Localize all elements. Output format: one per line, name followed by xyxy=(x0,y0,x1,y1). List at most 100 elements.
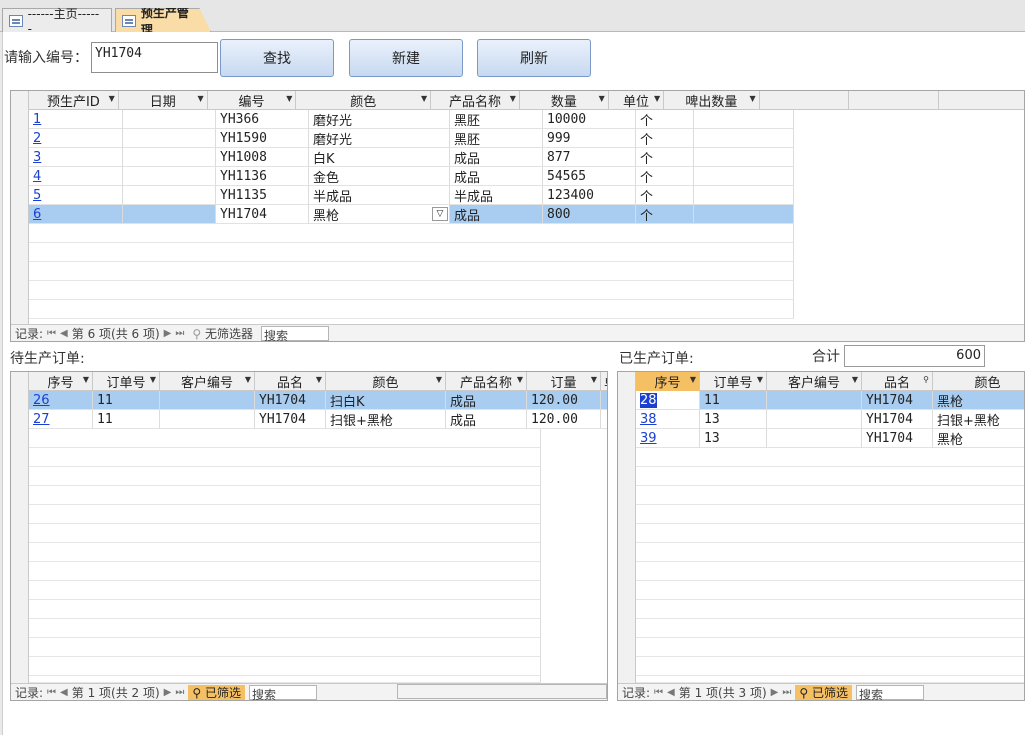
cell-qty[interactable]: 999 xyxy=(543,129,636,148)
cell-name[interactable]: YH1704 xyxy=(862,391,933,410)
cell-unit[interactable] xyxy=(601,410,607,429)
record-selector-column[interactable] xyxy=(11,91,29,324)
last-record-icon[interactable]: ⏭ xyxy=(782,687,791,698)
col-header-color[interactable]: 颜色 ▼ xyxy=(326,372,446,391)
cell-date[interactable] xyxy=(123,110,216,129)
col-header-unit[interactable]: 单 xyxy=(601,372,607,391)
cell-qty[interactable]: 800 xyxy=(543,205,636,224)
cell-cust[interactable] xyxy=(767,410,862,429)
cell-code[interactable]: YH1135 xyxy=(216,186,309,205)
cell-qty[interactable]: 877 xyxy=(543,148,636,167)
cell-color[interactable]: 扫银+黑枪 xyxy=(326,410,446,429)
table-row[interactable]: 4 YH1136 金色 成品 54565 个 xyxy=(29,167,794,186)
search-box[interactable]: 搜索 xyxy=(261,326,329,341)
last-record-icon[interactable]: ⏭ xyxy=(175,328,184,339)
find-button[interactable]: 查找 xyxy=(220,39,334,77)
cell-product[interactable]: 成品 xyxy=(450,148,543,167)
record-selector-column[interactable] xyxy=(618,372,636,683)
cell-id[interactable]: 1 xyxy=(29,110,123,129)
col-header-seq[interactable]: 序号 ▼ xyxy=(636,372,700,391)
search-input[interactable]: YH1704 xyxy=(91,42,218,73)
cell-color[interactable]: 金色 xyxy=(309,167,450,186)
cell-cust[interactable] xyxy=(160,410,255,429)
table-row-selected[interactable]: 26 11 YH1704 扫白K 成品 120.00 xyxy=(29,391,607,410)
cell-product[interactable]: 成品 xyxy=(446,391,527,410)
record-position[interactable]: 第 1 项(共 2 项) xyxy=(72,684,160,700)
col-header-product[interactable]: 产品名称 ▼ xyxy=(431,91,520,110)
col-header-out[interactable]: 啤出数量 ▼ xyxy=(664,91,760,110)
cell-order[interactable]: 11 xyxy=(700,391,767,410)
cell-name[interactable]: YH1704 xyxy=(255,410,326,429)
table-row-selected[interactable]: 28 11 YH1704 黑枪 xyxy=(636,391,1024,410)
cell-qty[interactable]: 120.00 xyxy=(527,410,601,429)
cell-out[interactable] xyxy=(694,167,794,186)
tab-preproduction[interactable]: 预生产管理 xyxy=(115,8,211,32)
search-box[interactable]: 搜索 xyxy=(249,685,317,700)
cell-product[interactable]: 半成品 xyxy=(450,186,543,205)
cell-product[interactable]: 成品 xyxy=(450,205,543,224)
cell-unit[interactable]: 个 xyxy=(636,205,694,224)
cell-unit[interactable]: 个 xyxy=(636,110,694,129)
col-header-cust[interactable]: 客户编号 ▼ xyxy=(160,372,255,391)
next-record-icon[interactable]: ▶ xyxy=(771,687,779,698)
cell-seq[interactable]: 28 xyxy=(636,391,700,410)
horizontal-scrollbar[interactable] xyxy=(397,684,607,699)
record-selector-column[interactable] xyxy=(11,372,29,683)
table-row[interactable]: 39 13 YH1704 黑枪 xyxy=(636,429,1024,448)
cell-color[interactable]: 白K xyxy=(309,148,450,167)
cell-product[interactable]: 成品 xyxy=(450,167,543,186)
table-row[interactable]: 3 YH1008 白K 成品 877 个 xyxy=(29,148,794,167)
color-combo[interactable]: 黑枪 ▽ xyxy=(309,205,450,224)
tab-home[interactable]: ------主页------ xyxy=(2,7,112,36)
prev-record-icon[interactable]: ◀ xyxy=(60,328,68,339)
cell-qty[interactable]: 120.00 xyxy=(527,391,601,410)
col-header-id[interactable]: 预生产ID ▼ xyxy=(29,91,119,110)
cell-out[interactable] xyxy=(694,205,794,224)
col-header-seq[interactable]: 序号 ▼ xyxy=(29,372,93,391)
refresh-button[interactable]: 刷新 xyxy=(477,39,591,77)
cell-code[interactable]: YH1590 xyxy=(216,129,309,148)
col-header-color[interactable]: 颜色 ▼ xyxy=(296,91,432,110)
cell-order[interactable]: 13 xyxy=(700,429,767,448)
cell-qty[interactable]: 54565 xyxy=(543,167,636,186)
filter-status[interactable]: ⚲ 已筛选 xyxy=(188,685,245,700)
cell-out[interactable] xyxy=(694,129,794,148)
cell-color[interactable]: 磨好光 xyxy=(309,129,450,148)
table-row[interactable]: 5 YH1135 半成品 半成品 123400 个 xyxy=(29,186,794,205)
cell-color[interactable]: 半成品 xyxy=(309,186,450,205)
table-row[interactable]: 27 11 YH1704 扫银+黑枪 成品 120.00 xyxy=(29,410,607,429)
col-header-product[interactable]: 产品名称 ▼ xyxy=(446,372,527,391)
cell-date[interactable] xyxy=(123,186,216,205)
first-record-icon[interactable]: ⏮ xyxy=(47,687,56,698)
cell-product[interactable]: 成品 xyxy=(446,410,527,429)
col-header-code[interactable]: 编号 ▼ xyxy=(208,91,297,110)
total-field[interactable]: 600 xyxy=(844,345,985,367)
cell-seq[interactable]: 27 xyxy=(29,410,93,429)
cell-seq[interactable]: 38 xyxy=(636,410,700,429)
col-header-order[interactable]: 订单号 ▼ xyxy=(93,372,160,391)
col-header-color[interactable]: 颜色 xyxy=(933,372,1024,391)
record-position[interactable]: 第 6 项(共 6 项) xyxy=(72,325,160,341)
cell-id[interactable]: 4 xyxy=(29,167,123,186)
cell-cust[interactable] xyxy=(767,391,862,410)
cell-out[interactable] xyxy=(694,110,794,129)
cell-id[interactable]: 2 xyxy=(29,129,123,148)
cell-unit[interactable]: 个 xyxy=(636,129,694,148)
combo-dropdown-icon[interactable]: ▽ xyxy=(432,207,448,221)
cell-color[interactable]: 黑枪 xyxy=(933,391,1024,410)
cell-name[interactable]: YH1704 xyxy=(862,429,933,448)
cell-name[interactable]: YH1704 xyxy=(255,391,326,410)
table-row-selected[interactable]: 6 YH1704 黑枪 ▽ 成品 800 个 xyxy=(29,205,794,224)
next-record-icon[interactable]: ▶ xyxy=(164,687,172,698)
prev-record-icon[interactable]: ◀ xyxy=(667,687,675,698)
cell-date[interactable] xyxy=(123,205,216,224)
cell-date[interactable] xyxy=(123,167,216,186)
col-header-name[interactable]: 品名 ⚲ xyxy=(862,372,933,391)
col-header-order[interactable]: 订单号 ▼ xyxy=(700,372,767,391)
next-record-icon[interactable]: ▶ xyxy=(164,328,172,339)
cell-order[interactable]: 13 xyxy=(700,410,767,429)
cell-qty[interactable]: 10000 xyxy=(543,110,636,129)
prev-record-icon[interactable]: ◀ xyxy=(60,687,68,698)
cell-code[interactable]: YH1008 xyxy=(216,148,309,167)
cell-id[interactable]: 3 xyxy=(29,148,123,167)
